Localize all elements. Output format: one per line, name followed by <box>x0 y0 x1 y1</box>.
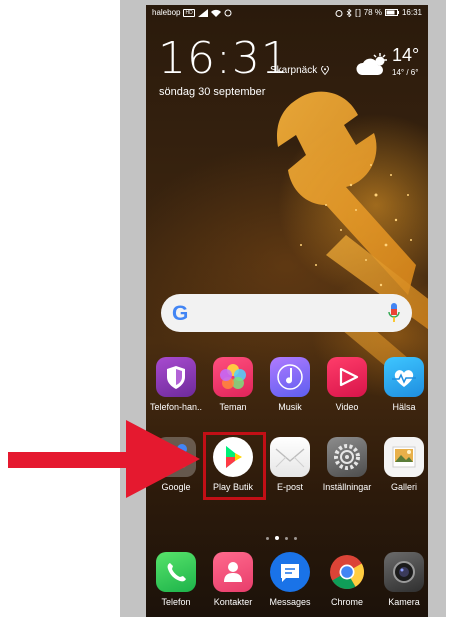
app-label: Musik <box>278 402 302 412</box>
dock-contacts[interactable]: Kontakter <box>203 552 263 607</box>
app-label: Inställningar <box>322 482 372 492</box>
weather-location[interactable]: Skarpnäck <box>270 65 330 76</box>
gallery-icon <box>384 437 424 477</box>
dock-phone[interactable]: Telefon <box>146 552 206 607</box>
signal-icon <box>197 8 208 17</box>
google-search-bar[interactable]: G <box>161 294 412 332</box>
battery-icon <box>384 9 399 16</box>
app-settings[interactable]: Inställningar <box>317 437 377 492</box>
vibrate-icon <box>355 8 361 17</box>
app-music[interactable]: Musik <box>260 357 320 412</box>
status-bar: halebop HD 78 % 16:31 <box>146 8 428 20</box>
home-screen: halebop HD 78 % 16:31 16:31 Skarpnäck sö… <box>146 5 428 617</box>
music-icon <box>270 357 310 397</box>
notification-icon <box>224 9 232 16</box>
app-label: Teman <box>219 402 247 412</box>
app-phone-manager[interactable]: Telefon-han.. <box>146 357 206 412</box>
page-dot <box>285 536 288 540</box>
carrier-name: halebop <box>152 8 181 17</box>
hd-badge: HD <box>183 8 195 17</box>
video-icon <box>327 357 367 397</box>
page-indicator[interactable] <box>266 536 297 540</box>
shield-icon <box>156 357 196 397</box>
location-pin-icon <box>321 66 330 75</box>
page-dot <box>294 536 297 540</box>
messages-icon <box>270 552 310 592</box>
contacts-icon <box>213 552 253 592</box>
temperature-range: 14° / 6° <box>392 68 419 77</box>
phone-icon <box>156 552 196 592</box>
dock-camera[interactable]: Kamera <box>374 552 428 607</box>
partly-cloudy-icon[interactable] <box>356 51 390 77</box>
app-label: Chrome <box>330 597 363 607</box>
page-dot <box>266 536 269 540</box>
app-label: Telefon-han.. <box>149 402 203 412</box>
app-label: Kamera <box>388 597 420 607</box>
pointer-arrow-icon <box>8 420 200 498</box>
date-label: söndag 30 september <box>159 86 266 98</box>
bluetooth-icon <box>346 8 352 17</box>
annotated-screenshot: halebop HD 78 % 16:31 16:31 Skarpnäck sö… <box>0 0 466 617</box>
app-gallery[interactable]: Galleri <box>374 437 428 492</box>
health-icon <box>384 357 424 397</box>
app-label: Telefon <box>161 597 191 607</box>
svg-text:G: G <box>172 302 188 325</box>
temperature: 14° <box>392 45 420 65</box>
app-video[interactable]: Video <box>317 357 377 412</box>
google-icon: G <box>172 302 188 325</box>
app-label: Video <box>335 402 359 412</box>
app-label: Messages <box>269 597 311 607</box>
app-label: Kontakter <box>213 597 253 607</box>
themes-icon <box>213 357 253 397</box>
app-label: E-post <box>276 482 303 492</box>
alarm-icon <box>335 9 343 17</box>
email-icon <box>270 437 310 477</box>
clock-widget[interactable]: 16:31 <box>158 33 290 84</box>
camera-icon <box>384 552 424 592</box>
dock-chrome[interactable]: Chrome <box>317 552 377 607</box>
app-email[interactable]: E-post <box>260 437 320 492</box>
status-time: 16:31 <box>401 8 422 17</box>
microphone-icon[interactable] <box>388 303 400 323</box>
app-label: Galleri <box>390 482 417 492</box>
city-label: Skarpnäck <box>270 65 318 76</box>
app-health[interactable]: Hälsa <box>374 357 428 412</box>
settings-icon <box>327 437 367 477</box>
dock-messages[interactable]: Messages <box>260 552 320 607</box>
chrome-icon <box>327 552 367 592</box>
page-dot-active <box>275 536 279 540</box>
app-themes[interactable]: Teman <box>203 357 263 412</box>
wifi-icon <box>210 9 221 17</box>
battery-percent: 78 % <box>363 8 382 17</box>
app-label: Hälsa <box>392 402 416 412</box>
